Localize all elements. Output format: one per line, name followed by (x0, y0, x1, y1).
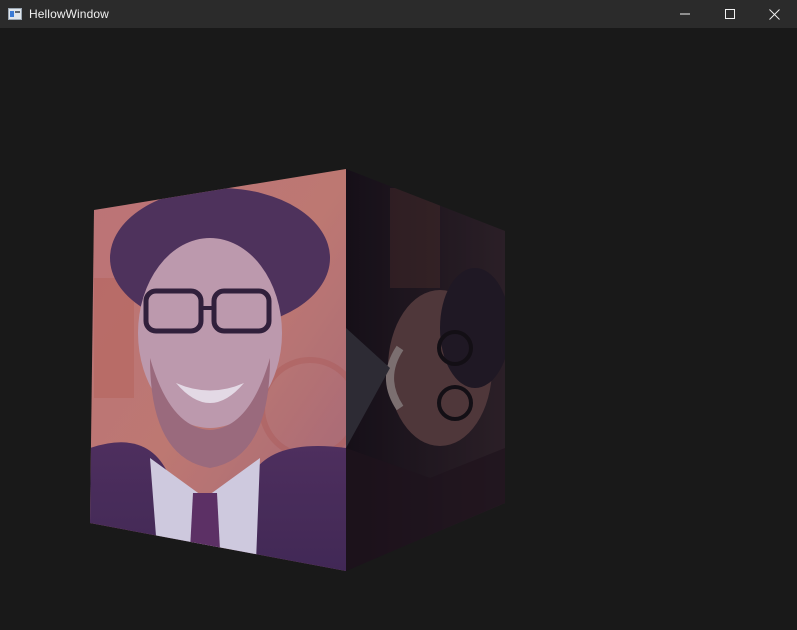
close-icon (769, 8, 780, 20)
close-button[interactable] (752, 0, 797, 28)
title-bar[interactable]: HellowWindow (0, 0, 797, 28)
minimize-button[interactable] (662, 0, 707, 28)
minimize-icon (679, 9, 690, 19)
opengl-viewport[interactable] (0, 28, 797, 630)
window-title: HellowWindow (29, 7, 109, 21)
app-window-icon (8, 8, 22, 20)
maximize-icon (724, 9, 735, 19)
window-controls (662, 0, 797, 28)
app-window: HellowWindow (0, 0, 797, 630)
cube-render (90, 169, 505, 571)
maximize-button[interactable] (707, 0, 752, 28)
